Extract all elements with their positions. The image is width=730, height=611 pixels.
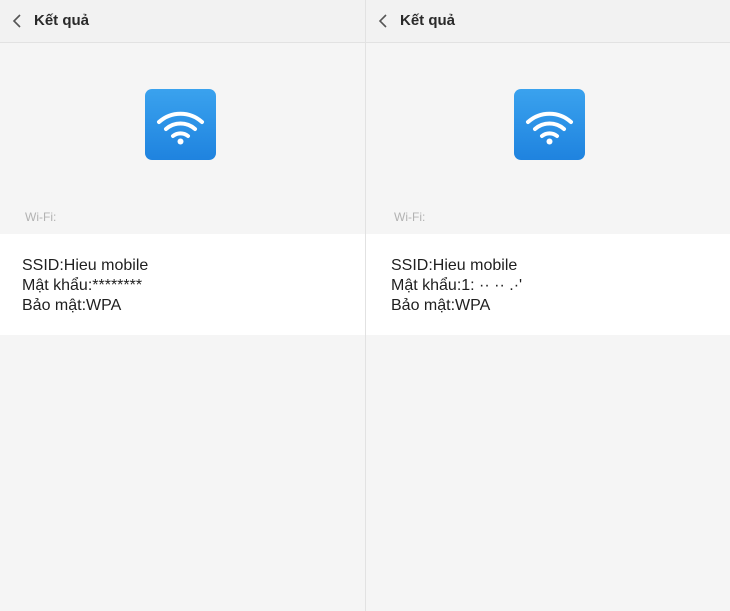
wifi-section-label: Wi-Fi: (25, 210, 57, 224)
wifi-icon (514, 89, 585, 160)
page-title: Kết quả (34, 12, 90, 29)
password-text: Mật khẩu:******** (22, 277, 143, 294)
header-bar: Kết quả (0, 0, 365, 43)
security-text: Bảo mật:WPA (22, 297, 122, 314)
header-bar: Kết quả (366, 0, 730, 43)
ssid-text: SSID:Hieu mobile (22, 257, 149, 274)
password-text: Mật khẩu:1: ·· ·· .·' (391, 277, 523, 294)
wifi-section-label: Wi-Fi: (394, 210, 426, 224)
screen-comparison: Kết quả Wi-Fi: SSID:Hieu mobile Mật khẩu… (0, 0, 730, 611)
security-text: Bảo mật:WPA (391, 297, 491, 314)
page-title: Kết quả (400, 12, 456, 29)
chevron-left-icon[interactable] (376, 13, 392, 29)
result-screen-right: Kết quả Wi-Fi: SSID:Hieu mobile Mật khẩu… (366, 0, 730, 611)
chevron-left-icon[interactable] (10, 13, 26, 29)
wifi-info-card: SSID:Hieu mobile Mật khẩu:1: ·· ·· .·' B… (366, 234, 730, 335)
result-screen-left: Kết quả Wi-Fi: SSID:Hieu mobile Mật khẩu… (0, 0, 365, 611)
wifi-icon (145, 89, 216, 160)
ssid-text: SSID:Hieu mobile (391, 257, 518, 274)
wifi-info-card: SSID:Hieu mobile Mật khẩu:******** Bảo m… (0, 234, 365, 335)
